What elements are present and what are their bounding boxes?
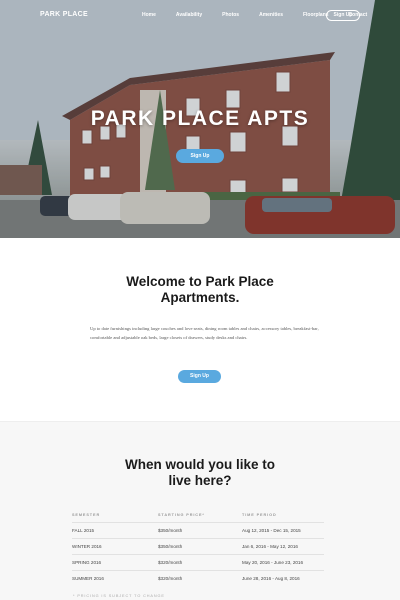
nav-link-home[interactable]: Home [142, 12, 156, 22]
welcome-title-line-1: Welcome to Park Place [126, 274, 274, 289]
welcome-signup-button[interactable]: Sign Up [178, 370, 221, 383]
welcome-title-line-2: Apartments. [160, 290, 240, 305]
pricing-table: SEMESTER STARTING PRICE* TIME PERIOD FAL… [72, 513, 324, 586]
welcome-title: Welcome to Park Place Apartments. [0, 274, 400, 306]
cell-period: May 20, 2016 - June 23, 2016 [242, 560, 304, 565]
pricing-footnote: * PRICING IS SUBJECT TO CHANGE [73, 594, 165, 598]
cell-semester: SUMMER 2016 [72, 576, 104, 581]
pricing-title-line-2: live here? [168, 473, 232, 488]
header-semester: SEMESTER [72, 513, 101, 517]
cell-semester: WINTER 2016 [72, 544, 102, 549]
cell-period: June 28, 2016 - Aug 8, 2016 [242, 576, 300, 581]
pricing-table-header: SEMESTER STARTING PRICE* TIME PERIOD [72, 513, 324, 522]
nav-link-photos[interactable]: Photos [222, 12, 239, 22]
table-row: SPRING 2016 $320/month May 20, 2016 - Ju… [72, 554, 324, 570]
welcome-description: Up to date furnishings including large c… [90, 326, 319, 340]
cell-price: $350/month [158, 544, 183, 549]
table-row: SUMMER 2016 $320/month June 28, 2016 - A… [72, 570, 324, 586]
top-navigation: PARK PLACE Home Availability Photos Amen… [0, 0, 400, 30]
cell-price: $320/month [158, 576, 183, 581]
brand-logo[interactable]: PARK PLACE [40, 11, 88, 18]
table-row: WINTER 2016 $350/month Jan 6, 2016 - May… [72, 538, 324, 554]
nav-link-availability[interactable]: Availability [176, 12, 202, 22]
hero-signup-button[interactable]: Sign Up [176, 149, 224, 163]
pricing-title-line-1: When would you like to [125, 457, 275, 472]
cell-semester: SPRING 2016 [72, 560, 102, 565]
table-row: FALL 2015 $350/month Aug 12, 2015 - Dec … [72, 522, 324, 538]
pricing-title: When would you like to live here? [0, 457, 400, 489]
cell-period: Aug 12, 2015 - Dec 15, 2015 [242, 528, 301, 533]
nav-signup-button[interactable]: Sign Up [326, 10, 360, 21]
cell-price: $320/month [158, 560, 183, 565]
cell-price: $350/month [158, 528, 183, 533]
nav-link-amenities[interactable]: Amenities [259, 12, 283, 22]
nav-link-floorplans[interactable]: Floorplans [303, 12, 329, 22]
header-starting-price: STARTING PRICE* [158, 513, 205, 517]
hero-section: PARK PLACE Home Availability Photos Amen… [0, 0, 400, 238]
cell-semester: FALL 2015 [72, 528, 95, 533]
hero-title: PARK PLACE APTS [90, 107, 310, 130]
cell-period: Jan 6, 2016 - May 12, 2016 [242, 544, 298, 549]
header-time-period: TIME PERIOD [242, 513, 277, 517]
